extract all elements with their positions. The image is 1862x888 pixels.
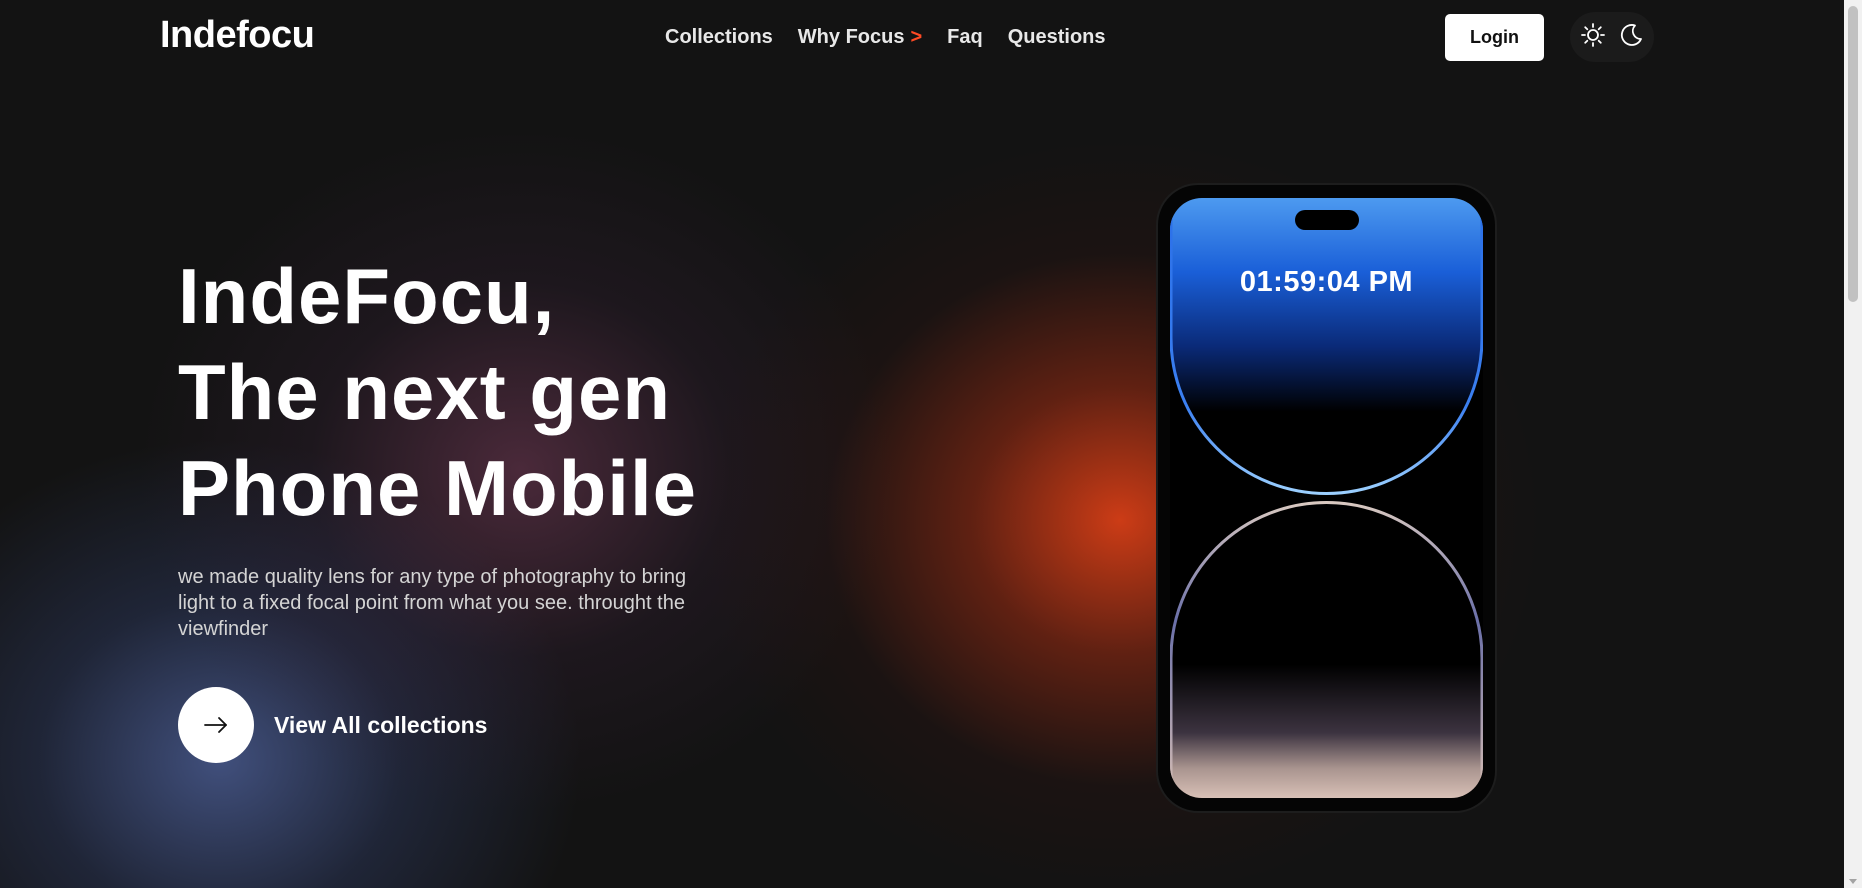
scrollbar-thumb[interactable]	[1848, 6, 1858, 302]
hero-title-line: Phone Mobile	[178, 444, 697, 532]
phone-mockup: 01:59:04 PM	[1158, 185, 1495, 811]
theme-toggle	[1570, 12, 1654, 62]
nav-item-faq[interactable]: Faq	[947, 26, 983, 49]
top-navbar: Indefocu Collections Why Focus > Faq Ques…	[0, 0, 1844, 76]
nav-label: Collections	[665, 26, 773, 48]
view-collections-link[interactable]: View All collections	[274, 712, 487, 739]
nav-label: Why Focus	[797, 26, 905, 48]
nav-item-collections[interactable]: Collections	[665, 26, 773, 49]
nav-item-why-focus[interactable]: Why Focus >	[798, 26, 922, 49]
view-collections-button[interactable]	[178, 687, 254, 763]
nav-label: Faq	[947, 26, 983, 48]
site-logo[interactable]: Indefocu	[160, 14, 315, 57]
chevron-right-icon: >	[910, 26, 923, 48]
sun-icon[interactable]	[1580, 22, 1606, 53]
nav-item-questions[interactable]: Questions	[1008, 26, 1106, 49]
scroll-down-arrow-icon[interactable]	[1849, 879, 1857, 884]
nav-label: Questions	[1007, 26, 1106, 48]
hero-section: IndeFocu, The next gen Phone Mobile we m…	[178, 248, 708, 763]
hero-title: IndeFocu, The next gen Phone Mobile	[178, 248, 708, 536]
page-scrollbar[interactable]	[1844, 0, 1862, 888]
hero-title-line: The next gen	[178, 348, 672, 436]
login-button[interactable]: Login	[1445, 14, 1544, 61]
arrow-right-icon	[204, 717, 227, 733]
view-collections-cta: View All collections	[178, 687, 708, 763]
main-nav: Collections Why Focus > Faq Questions	[665, 26, 1106, 49]
dynamic-island	[1295, 210, 1359, 230]
hero-description: we made quality lens for any type of pho…	[178, 566, 687, 640]
hero-title-line: IndeFocu,	[178, 252, 556, 340]
phone-screen: 01:59:04 PM	[1170, 198, 1483, 798]
phone-clock: 01:59:04 PM	[1239, 266, 1414, 298]
moon-icon[interactable]	[1618, 22, 1644, 53]
